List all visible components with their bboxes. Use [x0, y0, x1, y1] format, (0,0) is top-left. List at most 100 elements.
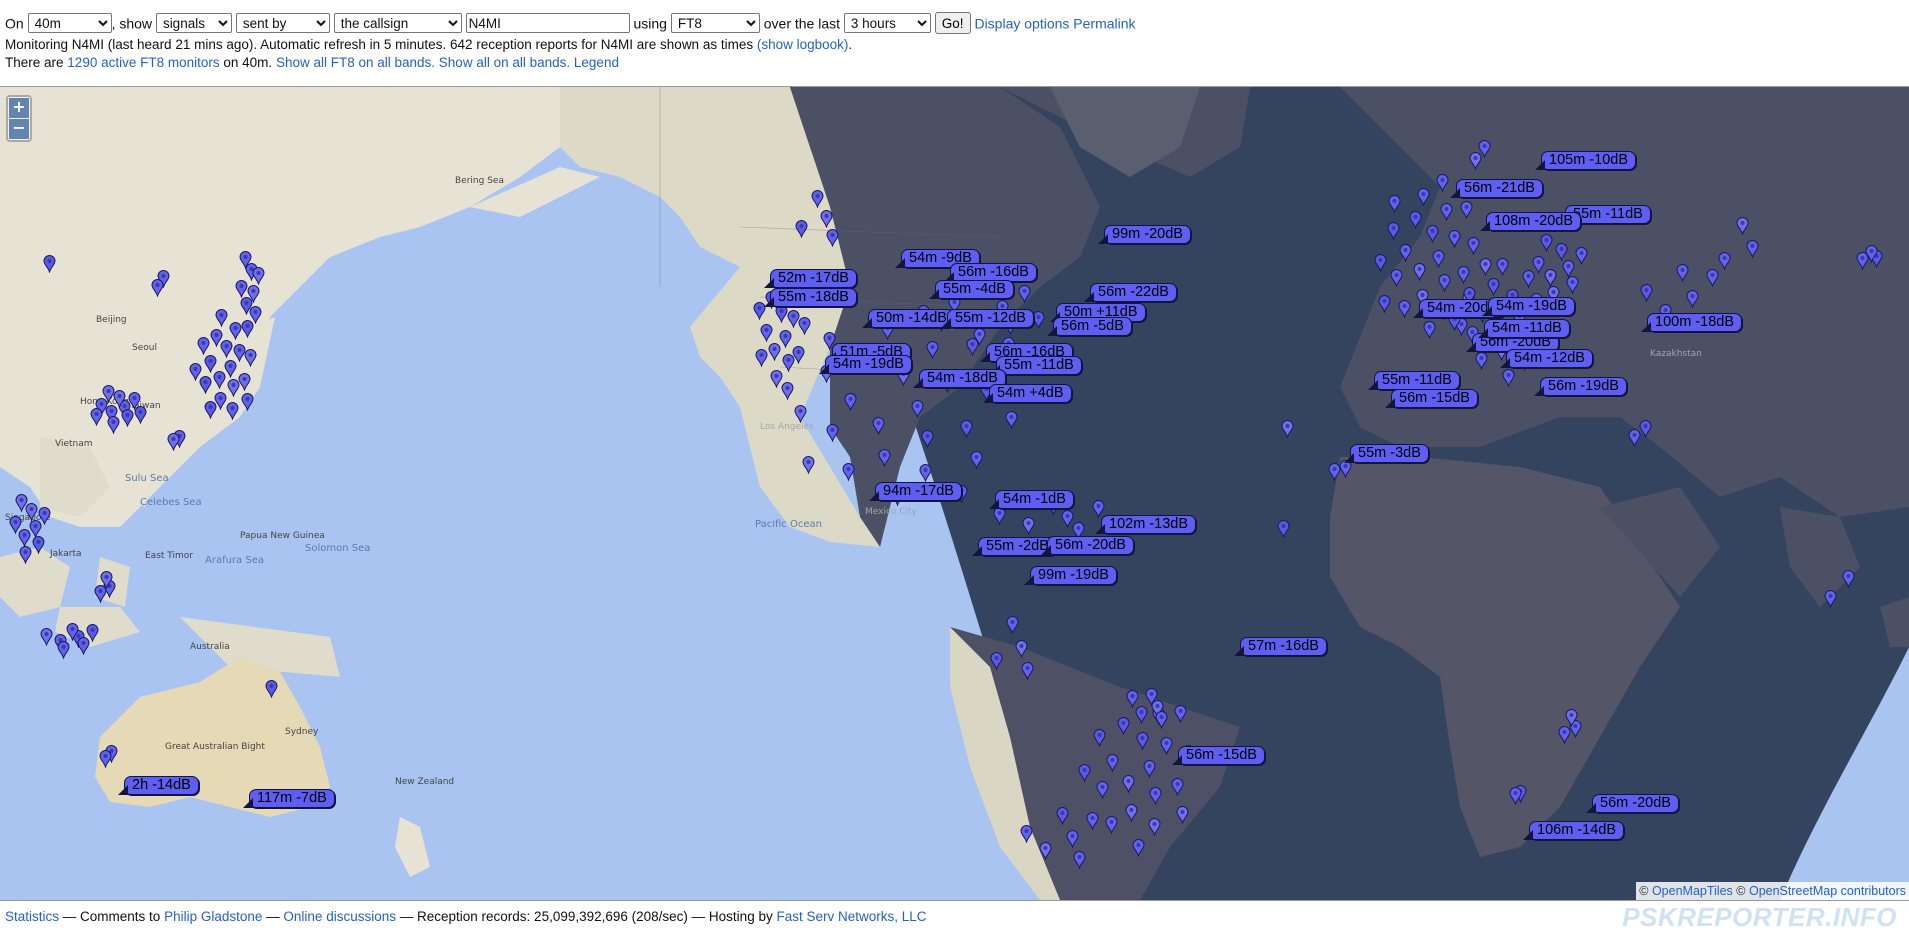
station-marker-icon[interactable] — [226, 402, 239, 420]
station-marker-icon[interactable] — [1467, 237, 1480, 255]
report-label[interactable]: 56m -20dB — [1041, 536, 1134, 555]
station-marker-icon[interactable] — [919, 464, 932, 482]
station-marker-icon[interactable] — [844, 393, 857, 411]
station-marker-icon[interactable] — [1015, 640, 1028, 658]
station-marker-icon[interactable] — [1399, 244, 1412, 262]
report-label[interactable]: 55m -4dB — [929, 280, 1014, 299]
station-marker-icon[interactable] — [38, 507, 51, 525]
report-label[interactable]: 57m -16dB — [1234, 637, 1327, 656]
report-label[interactable]: 56m -22dB — [1084, 283, 1177, 302]
station-marker-icon[interactable] — [1143, 760, 1156, 778]
station-marker-icon[interactable] — [57, 641, 70, 659]
direction-select[interactable]: sent by — [235, 13, 330, 34]
station-marker-icon[interactable] — [1417, 188, 1430, 206]
station-marker-icon[interactable] — [151, 279, 164, 297]
station-marker-icon[interactable] — [1125, 804, 1138, 822]
station-marker-icon[interactable] — [1460, 201, 1473, 219]
display-options-link[interactable]: Display options — [974, 15, 1069, 31]
station-marker-icon[interactable] — [1005, 411, 1018, 429]
station-marker-icon[interactable] — [107, 416, 120, 434]
show-select[interactable]: signals — [155, 13, 232, 34]
station-marker-icon[interactable] — [1171, 778, 1184, 796]
statistics-link[interactable]: Statistics — [5, 909, 59, 924]
station-marker-icon[interactable] — [820, 210, 833, 228]
station-marker-icon[interactable] — [1487, 278, 1500, 296]
station-marker-icon[interactable] — [1078, 764, 1091, 782]
permalink-link[interactable]: Permalink — [1073, 15, 1135, 31]
station-marker-icon[interactable] — [252, 267, 265, 285]
station-marker-icon[interactable] — [1438, 274, 1451, 292]
station-marker-icon[interactable] — [1122, 775, 1135, 793]
station-marker-icon[interactable] — [9, 516, 22, 534]
station-marker-icon[interactable] — [1457, 266, 1470, 284]
station-marker-icon[interactable] — [1736, 217, 1749, 235]
callsign-input[interactable] — [465, 13, 630, 34]
station-marker-icon[interactable] — [235, 280, 248, 298]
station-marker-icon[interactable] — [1096, 781, 1109, 799]
station-marker-icon[interactable] — [90, 408, 103, 426]
station-marker-icon[interactable] — [1032, 311, 1045, 329]
station-marker-icon[interactable] — [1842, 570, 1855, 588]
station-marker-icon[interactable] — [1509, 787, 1522, 805]
station-marker-icon[interactable] — [1566, 276, 1579, 294]
report-label[interactable]: 117m -7dB — [243, 789, 335, 808]
station-marker-icon[interactable] — [1086, 812, 1099, 830]
station-marker-icon[interactable] — [1532, 256, 1545, 274]
report-label[interactable]: 94m -17dB — [869, 482, 962, 501]
online-discussions-link[interactable]: Online discussions — [283, 909, 396, 924]
station-marker-icon[interactable] — [134, 406, 147, 424]
report-label[interactable]: 56m -15dB — [1385, 389, 1478, 408]
station-marker-icon[interactable] — [1423, 321, 1436, 339]
station-marker-icon[interactable] — [1718, 252, 1731, 270]
report-label[interactable]: 100m -18dB — [1641, 313, 1742, 332]
report-label[interactable]: 56m -19dB — [1534, 377, 1627, 396]
station-marker-icon[interactable] — [167, 433, 180, 451]
station-marker-icon[interactable] — [1746, 240, 1759, 258]
report-label[interactable]: 99m -19dB — [1024, 566, 1117, 585]
openmaptiles-link[interactable]: OpenMapTiles — [1652, 884, 1733, 898]
station-marker-icon[interactable] — [960, 420, 973, 438]
hosting-link[interactable]: Fast Serv Networks, LLC — [776, 909, 926, 924]
station-marker-icon[interactable] — [1160, 737, 1173, 755]
report-label[interactable]: 56m -15dB — [1172, 746, 1265, 765]
period-select[interactable]: 3 hours — [843, 13, 931, 34]
station-marker-icon[interactable] — [1148, 818, 1161, 836]
station-marker-icon[interactable] — [1020, 825, 1033, 843]
station-marker-icon[interactable] — [1448, 230, 1461, 248]
zoom-out-button[interactable]: − — [9, 119, 29, 139]
station-marker-icon[interactable] — [1676, 264, 1689, 282]
station-marker-icon[interactable] — [197, 337, 210, 355]
station-marker-icon[interactable] — [1436, 174, 1449, 192]
station-marker-icon[interactable] — [802, 456, 815, 474]
station-marker-icon[interactable] — [1409, 211, 1422, 229]
station-marker-icon[interactable] — [1398, 300, 1411, 318]
station-marker-icon[interactable] — [1022, 517, 1035, 535]
station-marker-icon[interactable] — [1558, 726, 1571, 744]
station-marker-icon[interactable] — [1374, 254, 1387, 272]
report-label[interactable]: 56m -21dB — [1450, 179, 1543, 198]
station-marker-icon[interactable] — [1149, 787, 1162, 805]
station-marker-icon[interactable] — [1073, 851, 1086, 869]
station-marker-icon[interactable] — [878, 449, 891, 467]
report-label[interactable]: 106m -14dB — [1523, 821, 1624, 840]
mode-select[interactable]: FT8 — [670, 13, 760, 34]
station-marker-icon[interactable] — [1565, 709, 1578, 727]
station-marker-icon[interactable] — [811, 190, 824, 208]
station-marker-icon[interactable] — [921, 430, 934, 448]
station-marker-icon[interactable] — [239, 251, 252, 269]
station-marker-icon[interactable] — [1469, 152, 1482, 170]
zoom-in-button[interactable]: + — [9, 98, 29, 118]
report-label[interactable]: 52m -17dB — [764, 269, 857, 288]
station-marker-icon[interactable] — [826, 424, 839, 442]
station-marker-icon[interactable] — [781, 382, 794, 400]
station-marker-icon[interactable] — [1135, 706, 1148, 724]
station-marker-icon[interactable] — [1174, 705, 1187, 723]
band-select[interactable]: 40m — [27, 13, 112, 34]
station-marker-icon[interactable] — [1281, 420, 1294, 438]
station-marker-icon[interactable] — [973, 328, 986, 346]
station-marker-icon[interactable] — [32, 536, 45, 554]
report-label[interactable]: 54m -19dB — [1482, 297, 1575, 316]
report-label[interactable]: 55m -12dB — [941, 309, 1034, 328]
active-monitors-link[interactable]: 1290 active FT8 monitors — [67, 55, 219, 70]
station-marker-icon[interactable] — [1865, 245, 1878, 263]
